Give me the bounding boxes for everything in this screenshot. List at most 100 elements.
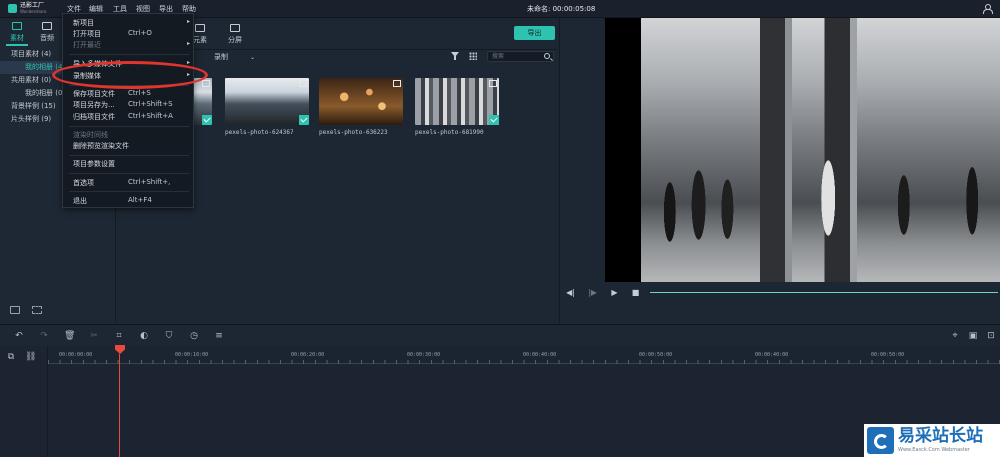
search-input[interactable] bbox=[492, 52, 542, 61]
crop-icon[interactable]: ⌗ bbox=[114, 331, 124, 341]
filter-icon[interactable] bbox=[451, 52, 459, 60]
menu-item-shortcut: Ctrl+Shift+S bbox=[128, 100, 173, 108]
folder-actions bbox=[10, 306, 50, 318]
zoom-fit-icon[interactable]: ⊡ bbox=[986, 331, 996, 341]
stop-icon[interactable]: ■ bbox=[631, 288, 640, 297]
playback-progress-track[interactable] bbox=[650, 292, 998, 293]
image-type-icon bbox=[202, 80, 210, 87]
menu-item-project-settings[interactable]: 项目参数设置 bbox=[73, 159, 188, 170]
tab-audio-label: 音频 bbox=[40, 34, 54, 42]
marker-icon[interactable]: ▣ bbox=[968, 331, 978, 341]
thumbnail-caption-4: pexels-photo-681990 bbox=[415, 129, 484, 136]
audio-mixer-icon[interactable]: ≡ bbox=[214, 331, 224, 341]
image-type-icon bbox=[393, 80, 401, 87]
undo-icon[interactable]: ↶ bbox=[14, 331, 24, 341]
watermark-url: Www.Easck.Com Webmaster bbox=[898, 447, 970, 453]
tab-elements-label: 元素 bbox=[193, 36, 207, 44]
timeline: ⧉ ⛓ 00:00:00:00 00:00:10:00 00:00:20:00 … bbox=[0, 346, 1000, 457]
add-track-icon[interactable]: ⧉ bbox=[6, 352, 16, 362]
track-header: ⧉ ⛓ bbox=[0, 346, 48, 457]
media-thumbnail-2[interactable] bbox=[225, 78, 309, 125]
checkmark-icon bbox=[202, 115, 212, 125]
new-folder-icon[interactable] bbox=[10, 306, 20, 314]
app-logo: 迅影工厂 Wondershare bbox=[8, 3, 58, 15]
redo-icon[interactable]: ↷ bbox=[39, 331, 49, 341]
tab-elements[interactable]: 元素 bbox=[193, 24, 207, 45]
export-button[interactable]: 导出 bbox=[514, 26, 555, 40]
menu-item-open-recent: 打开最近 ▸ bbox=[73, 40, 190, 51]
folder-outline-icon[interactable] bbox=[32, 306, 42, 314]
menu-item-shortcut: Ctrl+O bbox=[128, 29, 152, 37]
menu-item-render-timeline: 渲染时间线 bbox=[73, 131, 108, 139]
playhead-line bbox=[119, 354, 120, 457]
menu-item-delete-preview-render[interactable]: 删除预览渲染文件 bbox=[73, 141, 188, 152]
filter-select[interactable]: 录制 ⌄ bbox=[214, 52, 255, 62]
ruler-label: 00:00:50:00 bbox=[639, 352, 673, 358]
filter-select-value: 录制 bbox=[214, 53, 228, 61]
play-icon[interactable]: ▶ bbox=[610, 288, 619, 297]
menu-item-shortcut: Alt+F4 bbox=[128, 196, 152, 204]
time-ruler[interactable]: 00:00:00:00 00:00:10:00 00:00:20:00 00:0… bbox=[48, 346, 1000, 364]
ruler-ticks bbox=[48, 360, 1000, 364]
app-logo-subtitle: Wondershare bbox=[20, 9, 47, 14]
menu-item-exit[interactable]: 退出 Alt+F4 bbox=[73, 196, 188, 207]
menu-item-label: 打开项目 bbox=[73, 30, 101, 38]
tab-audio[interactable]: 音频 bbox=[32, 22, 62, 46]
menu-item-preferences[interactable]: 首选项 Ctrl+Shift+, bbox=[73, 178, 188, 189]
media-thumbnail-3[interactable] bbox=[319, 78, 403, 125]
watermark-text: 易采站长站 bbox=[898, 426, 983, 446]
menu-item-save-project[interactable]: 保存项目文件 Ctrl+S bbox=[73, 89, 188, 100]
menu-separator bbox=[69, 173, 189, 174]
menu-separator bbox=[69, 191, 189, 192]
submenu-arrow-icon: ▸ bbox=[186, 40, 190, 47]
color-icon[interactable]: ◐ bbox=[139, 331, 149, 341]
split-screen-icon bbox=[230, 24, 240, 32]
ruler-label: 00:00:30:00 bbox=[407, 352, 441, 358]
delete-icon[interactable]: 🗑 bbox=[64, 331, 75, 341]
checkmark-icon bbox=[299, 115, 309, 125]
cut-icon[interactable]: ✂ bbox=[89, 331, 99, 341]
menu-item-label: 打开最近 bbox=[73, 41, 101, 49]
menu-separator bbox=[69, 155, 189, 156]
app-logo-icon bbox=[8, 4, 17, 13]
menu-item-new-project[interactable]: 新项目 ▸ bbox=[73, 18, 190, 29]
menu-item-save-project-as[interactable]: 项目另存为... Ctrl+Shift+S bbox=[73, 100, 188, 111]
search-icon[interactable] bbox=[544, 53, 550, 59]
menu-item-archive-project[interactable]: 归档项目文件 Ctrl+Shift+A bbox=[73, 112, 188, 123]
menu-item-label: 新项目 bbox=[73, 19, 94, 27]
next-frame-icon[interactable]: |▶ bbox=[588, 288, 597, 297]
speed-icon[interactable]: ◷ bbox=[189, 331, 199, 341]
watermark: 易采站长站 Www.Easck.Com Webmaster bbox=[864, 424, 1000, 457]
snap-icon[interactable]: ⌖ bbox=[950, 331, 960, 341]
preview-panel: ◀| |▶ ▶ ■ bbox=[559, 18, 1000, 323]
preview-frame bbox=[641, 18, 1000, 282]
image-type-icon bbox=[489, 80, 497, 87]
checkmark-icon bbox=[489, 115, 499, 125]
tab-split-screen[interactable]: 分屏 bbox=[228, 24, 242, 45]
menu-separator bbox=[69, 126, 189, 127]
sticker-icon bbox=[195, 24, 205, 32]
link-icon[interactable]: ⛓ bbox=[25, 352, 36, 362]
grid-view-icon[interactable] bbox=[469, 52, 477, 60]
green-screen-icon[interactable]: ⛉ bbox=[164, 331, 174, 341]
menu-item-label: 保存项目文件 bbox=[73, 90, 115, 98]
thumbnail-caption-2: pexels-photo-624367 bbox=[225, 129, 294, 136]
tab-split-screen-label: 分屏 bbox=[228, 36, 242, 44]
music-note-icon bbox=[42, 22, 52, 30]
user-icon[interactable] bbox=[982, 3, 993, 14]
media-thumbnail-4[interactable] bbox=[415, 78, 499, 125]
playback-bar: ◀| |▶ ▶ ■ bbox=[560, 286, 1000, 300]
menu-item-shortcut: Ctrl+S bbox=[128, 89, 151, 97]
ruler-label: 00:00:40:00 bbox=[523, 352, 557, 358]
tab-media[interactable]: 素材 bbox=[2, 22, 32, 46]
folder-icon bbox=[12, 22, 22, 30]
file-menu-dropdown: 新项目 ▸ 打开项目 Ctrl+O 打开最近 ▸ 导入多媒体文件 ▸ 录制媒体 ▸ 保存项… bbox=[62, 13, 194, 208]
submenu-arrow-icon: ▸ bbox=[186, 18, 190, 25]
chevron-down-icon: ⌄ bbox=[250, 54, 256, 61]
previous-frame-icon[interactable]: ◀| bbox=[566, 288, 575, 297]
search-box bbox=[487, 51, 554, 62]
image-type-icon bbox=[299, 80, 307, 87]
highlight-annotation bbox=[52, 61, 208, 89]
menu-item-open-project[interactable]: 打开项目 Ctrl+O bbox=[73, 29, 188, 40]
preview-figures bbox=[641, 128, 1000, 268]
